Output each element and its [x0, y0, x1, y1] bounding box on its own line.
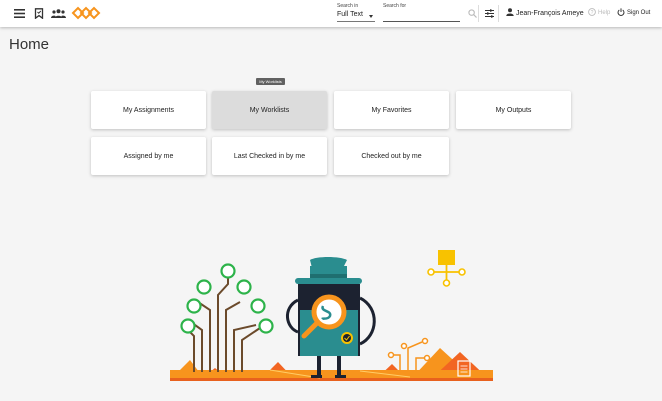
people-icon[interactable]: [50, 5, 66, 21]
search-input[interactable]: [383, 11, 460, 22]
page-title: Home: [9, 36, 50, 53]
divider: [498, 5, 499, 22]
card-my-worklists[interactable]: My Worklists: [212, 91, 327, 129]
divider: [478, 5, 479, 22]
top-bar: Search in Full Text Search for Jean-Fran…: [0, 0, 662, 27]
search-in-value: Full Text: [337, 11, 363, 18]
power-icon: [617, 8, 625, 18]
help-label: Help: [598, 10, 611, 16]
card-my-outputs[interactable]: My Outputs: [456, 91, 571, 129]
sign-out-button[interactable]: Sign Out: [617, 8, 650, 18]
card-my-assignments[interactable]: My Assignments: [91, 91, 206, 129]
user-name: Jean-François Ameye: [516, 9, 584, 17]
help-icon: ?: [588, 8, 596, 18]
user-menu[interactable]: Jean-François Ameye: [506, 8, 584, 18]
network-node-illustration: [427, 250, 466, 287]
search-for-label: Search for: [383, 3, 407, 9]
bookmark-icon[interactable]: [31, 5, 47, 21]
card-my-favorites[interactable]: My Favorites: [334, 91, 449, 129]
menu-icon[interactable]: [11, 5, 27, 21]
sign-out-label: Sign Out: [627, 10, 651, 16]
caret-down-icon: [369, 15, 373, 18]
filter-settings-icon[interactable]: [481, 5, 497, 21]
card-assigned-by-me[interactable]: Assigned by me: [91, 137, 206, 175]
tooltip: My Worklists: [256, 78, 285, 85]
search-in-select[interactable]: Full Text: [337, 11, 375, 22]
card-checked-out-by-me[interactable]: Checked out by me: [334, 137, 449, 175]
card-last-checked-in-by-me[interactable]: Last Checked in by me: [212, 137, 327, 175]
svg-text:?: ?: [591, 10, 594, 16]
help-button[interactable]: ? Help: [588, 8, 610, 18]
logo[interactable]: [70, 5, 102, 21]
search-in-label: Search in: [337, 3, 359, 9]
person-icon: [506, 8, 514, 18]
home-illustration: [170, 250, 493, 381]
detective-character-illustration: [286, 257, 376, 378]
